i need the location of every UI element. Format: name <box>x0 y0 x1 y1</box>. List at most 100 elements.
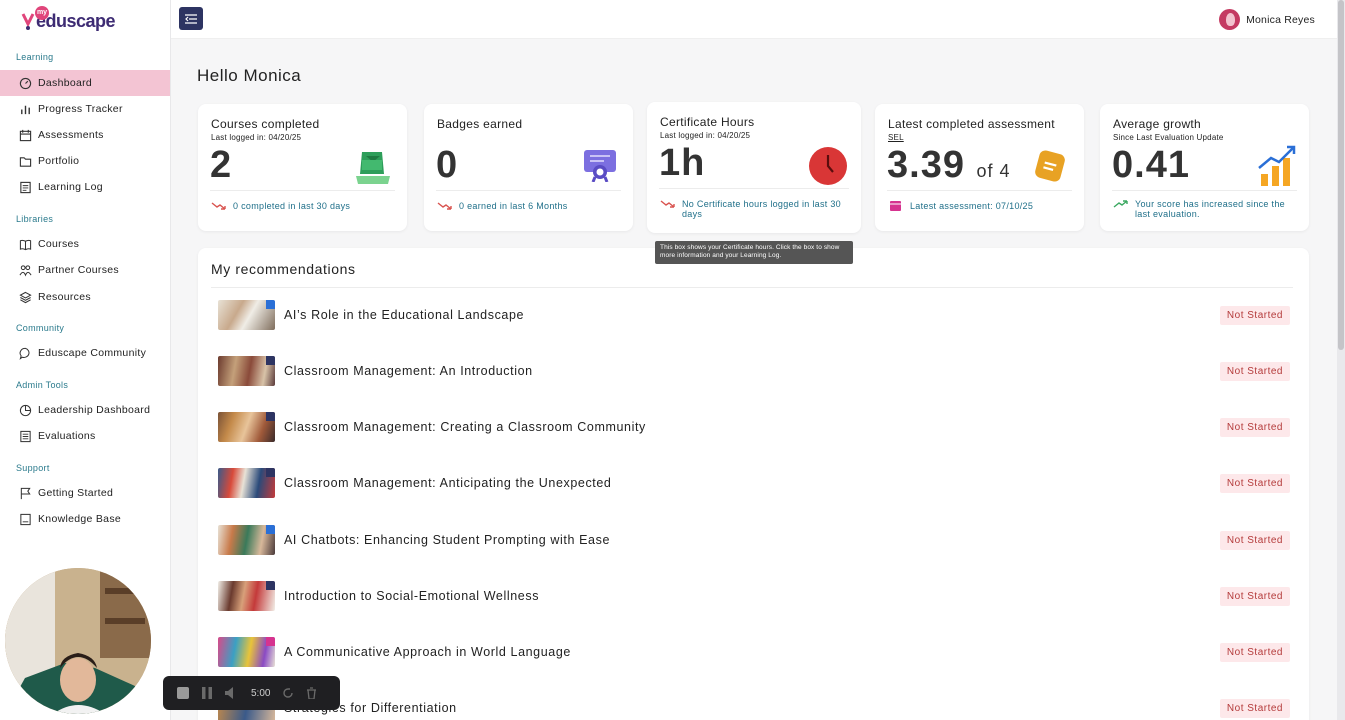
list-item[interactable]: Classroom Management: An Introduction No… <box>218 355 1290 387</box>
sidebar-item-label: Knowledge Base <box>38 513 122 525</box>
pie-chart-icon <box>19 404 32 417</box>
user-menu[interactable]: Monica Reyes <box>1219 9 1315 30</box>
layers-icon <box>19 291 32 304</box>
card-title: Certificate Hours <box>660 115 755 129</box>
avatar <box>1219 9 1241 30</box>
sidebar-item-label: Learning Log <box>38 181 103 193</box>
score-value: 3.39 <box>887 144 965 186</box>
scrollbar-thumb[interactable] <box>1338 0 1344 350</box>
sidebar-item-label: Dashboard <box>38 77 93 89</box>
recording-toolbar: 5:00 <box>163 676 340 710</box>
webcam-overlay[interactable] <box>5 568 151 714</box>
chat-icon <box>19 347 32 360</box>
calendar-icon <box>890 201 901 211</box>
page-scrollbar[interactable] <box>1337 0 1345 720</box>
sidebar-item-progress-tracker[interactable]: Progress Tracker <box>0 96 170 122</box>
list-item[interactable]: AI Chatbots: Enhancing Student Prompting… <box>218 524 1290 556</box>
status-badge: Not Started <box>1219 643 1290 662</box>
badge-icon <box>266 412 275 421</box>
sidebar-item-learning-log[interactable]: Learning Log <box>0 174 170 200</box>
trend-down-icon <box>211 202 226 210</box>
sidebar-item-partner-courses[interactable]: Partner Courses <box>0 257 170 283</box>
list-item[interactable]: Strategies for Differentiation Not Start… <box>218 692 1290 720</box>
sidebar-item-courses[interactable]: Courses <box>0 231 170 257</box>
status-badge: Not Started <box>1219 699 1290 718</box>
clock-icon <box>808 146 848 191</box>
course-thumbnail <box>218 468 275 498</box>
trend-down-icon <box>660 200 675 208</box>
people-icon <box>19 264 32 277</box>
sidebar-item-label: Leadership Dashboard <box>38 404 151 416</box>
card-value: 1h <box>659 142 706 184</box>
certificate-hours-card[interactable]: Certificate Hours Last logged in: 04/20/… <box>647 102 861 233</box>
card-divider <box>210 190 395 191</box>
sidebar-item-dashboard[interactable]: Dashboard <box>0 70 170 96</box>
eduscape-logo[interactable]: my eduscape <box>20 6 116 34</box>
badge-icon <box>266 525 275 534</box>
restart-button[interactable] <box>282 687 294 699</box>
sidebar-item-leadership-dashboard[interactable]: Leadership Dashboard <box>0 397 170 423</box>
score-max: of 4 <box>976 161 1011 181</box>
certificate-badge-icon <box>582 146 618 187</box>
pause-button[interactable] <box>201 687 213 699</box>
course-title: Classroom Management: Anticipating the U… <box>284 476 612 490</box>
latest-assessment-card[interactable]: Latest completed assessment SEL 3.39 of … <box>875 104 1084 231</box>
card-footer-text: No Certificate hours logged in last 30 d… <box>682 199 841 219</box>
card-value: 0 <box>436 144 459 186</box>
status-badge: Not Started <box>1219 306 1290 325</box>
sidebar-item-portfolio[interactable]: Portfolio <box>0 148 170 174</box>
course-thumbnail <box>218 581 275 611</box>
sidebar-item-label: Partner Courses <box>38 264 119 276</box>
list-item[interactable]: Classroom Management: Creating a Classro… <box>218 411 1290 443</box>
card-divider <box>436 190 621 191</box>
section-label-learning: Learning <box>16 52 54 62</box>
recommendations-heading: My recommendations <box>211 261 356 277</box>
course-thumbnail <box>218 525 275 555</box>
card-footer-text: Latest assessment: 07/10/25 <box>910 201 1034 211</box>
log-icon <box>19 181 32 194</box>
courses-completed-card[interactable]: Courses completed Last logged in: 04/20/… <box>198 104 407 231</box>
badge-icon <box>266 468 275 477</box>
certificate-hours-tooltip: This box shows your Certificate hours. C… <box>655 241 853 264</box>
folder-icon <box>19 155 32 168</box>
sidebar-item-evaluations[interactable]: Evaluations <box>0 423 170 449</box>
collapse-sidebar-button[interactable] <box>179 7 203 30</box>
stop-icon <box>177 687 189 699</box>
list-item[interactable]: A Communicative Approach in World Langua… <box>218 636 1290 668</box>
card-title: Badges earned <box>437 117 523 131</box>
card-footer: 0 earned in last 6 Months <box>437 201 568 211</box>
badge-icon <box>266 300 275 309</box>
sidebar-item-label: Portfolio <box>38 155 80 167</box>
sidebar-item-resources[interactable]: Resources <box>0 284 170 310</box>
book-icon <box>19 238 32 251</box>
bar-chart-icon <box>19 103 32 116</box>
sidebar-item-eduscape-community[interactable]: Eduscape Community <box>0 340 170 366</box>
status-badge: Not Started <box>1219 587 1290 606</box>
list-item[interactable]: Classroom Management: Anticipating the U… <box>218 467 1290 499</box>
badges-earned-card[interactable]: Badges earned 0 0 earned in last 6 Month… <box>424 104 633 231</box>
list-item[interactable]: AI’s Role in the Educational Landscape N… <box>218 299 1290 331</box>
average-growth-card[interactable]: Average growth Since Last Evaluation Upd… <box>1100 104 1309 231</box>
card-footer: No Certificate hours logged in last 30 d… <box>660 199 845 219</box>
mute-button[interactable] <box>225 687 239 699</box>
sidebar-item-label: Courses <box>38 238 80 250</box>
sidebar-item-assessments[interactable]: Assessments <box>0 122 170 148</box>
top-bar: Monica Reyes <box>171 0 1337 39</box>
card-subtitle[interactable]: SEL <box>888 133 904 142</box>
recommendations-divider <box>211 287 1293 288</box>
webcam-person-image <box>5 568 151 714</box>
delete-button[interactable] <box>306 687 317 699</box>
gauge-icon <box>19 77 32 90</box>
recommendations-panel: My recommendations AI’s Role in the Educ… <box>198 248 1309 720</box>
stop-button[interactable] <box>177 687 189 699</box>
sidebar-item-knowledge-base[interactable]: Knowledge Base <box>0 506 170 532</box>
sidebar-item-label: Assessments <box>38 129 104 141</box>
sidebar-item-label: Getting Started <box>38 487 114 499</box>
card-title: Average growth <box>1113 117 1202 131</box>
laptop-icon <box>352 146 394 193</box>
sidebar-item-getting-started[interactable]: Getting Started <box>0 480 170 506</box>
card-value: 2 <box>210 144 233 186</box>
list-item[interactable]: Introduction to Social-Emotional Wellnes… <box>218 580 1290 612</box>
status-badge: Not Started <box>1219 531 1290 550</box>
flag-icon <box>19 487 32 500</box>
